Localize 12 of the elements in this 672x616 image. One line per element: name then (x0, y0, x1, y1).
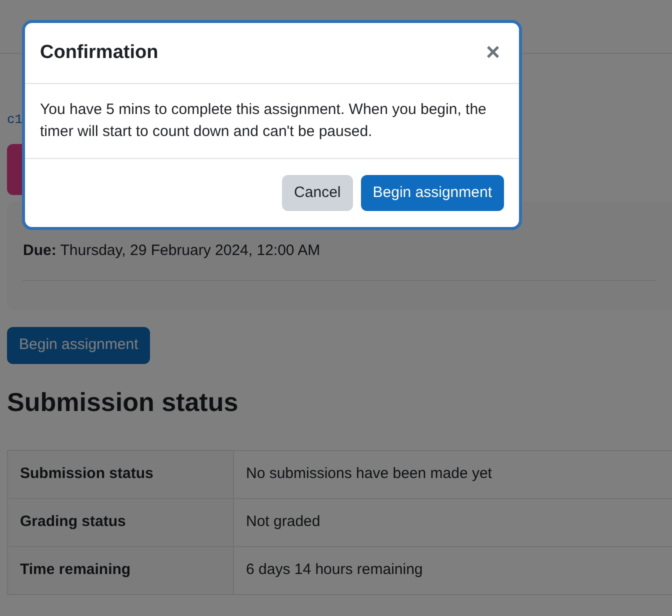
dialog-title: Confirmation (40, 40, 158, 65)
section-heading: Submission status (6, 386, 240, 418)
close-button[interactable]: × (482, 41, 504, 65)
row-label: Time remaining (8, 546, 234, 594)
row-label: Submission status (8, 450, 234, 498)
cancel-button[interactable]: Cancel (282, 175, 353, 211)
due-date: Due: Thursday, 29 February 2024, 12:00 AM (23, 241, 322, 261)
dialog-message: You have 5 mins to complete this assignment. When you begin, the timer will start to count down and can't be paused. (25, 84, 519, 159)
row-value: No submissions have been made yet (234, 450, 672, 498)
row-label: Grading status (8, 498, 234, 546)
begin-assignment-button[interactable]: Begin assignment (360, 175, 504, 211)
begin-assignment-button[interactable]: Begin assignment (7, 327, 150, 364)
